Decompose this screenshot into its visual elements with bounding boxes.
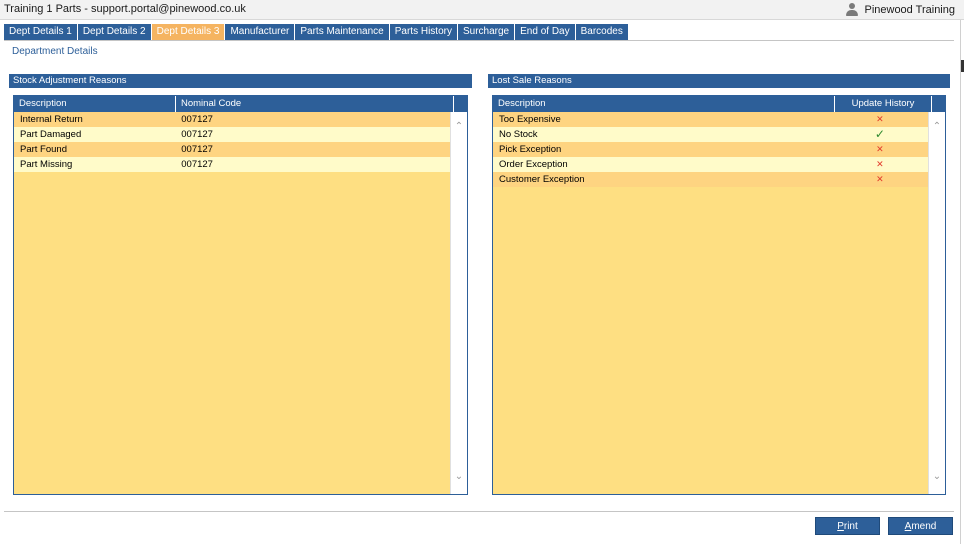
row-description: Pick Exception — [499, 144, 562, 155]
cross-icon: ✕ — [876, 159, 884, 169]
column-header-description[interactable]: Description — [493, 96, 835, 112]
table-row[interactable]: Part Damaged 007127 — [14, 127, 450, 142]
column-header-update-history[interactable]: Update History — [835, 96, 932, 112]
window-edge — [960, 20, 961, 544]
row-nominal-code: 007127 — [181, 159, 213, 170]
print-button[interactable]: Print — [815, 517, 880, 535]
table-row[interactable]: Internal Return 007127 — [14, 112, 450, 127]
scroll-up-icon[interactable]: ⌃ — [454, 122, 464, 132]
row-description: No Stock — [499, 129, 538, 140]
tab-bar: Dept Details 1 Dept Details 2 Dept Details… — [4, 24, 629, 40]
row-description: Order Exception — [499, 159, 568, 170]
amend-button[interactable]: Amend — [888, 517, 953, 535]
stock-adjustment-grid: Description Nominal Code Internal Return… — [13, 95, 468, 495]
table-row[interactable]: Too Expensive ✕ — [493, 112, 928, 127]
tab-parts-maintenance[interactable]: Parts Maintenance — [295, 24, 389, 40]
tab-end-of-day[interactable]: End of Day — [515, 24, 575, 40]
table-row[interactable]: Part Found 007127 — [14, 142, 450, 157]
stock-adjustment-header: Stock Adjustment Reasons — [9, 74, 472, 88]
scroll-up-icon[interactable]: ⌃ — [932, 122, 942, 132]
tab-dept-details-1[interactable]: Dept Details 1 — [4, 24, 77, 40]
lost-sale-header: Lost Sale Reasons — [488, 74, 950, 88]
footer-divider — [4, 511, 954, 512]
tab-barcodes[interactable]: Barcodes — [575, 24, 628, 40]
row-description: Part Damaged — [20, 129, 82, 140]
page-title: Department Details — [12, 46, 98, 57]
lost-sale-scrollbar[interactable]: ⌃ ⌄ — [928, 112, 945, 494]
amend-button-label: mend — [911, 521, 937, 532]
table-row[interactable]: No Stock ✓ — [493, 127, 928, 142]
print-button-label: rint — [843, 521, 858, 532]
cross-icon: ✕ — [876, 144, 884, 154]
cross-icon: ✕ — [876, 174, 884, 184]
table-row[interactable]: Part Missing 007127 — [14, 157, 450, 172]
tab-dept-details-3[interactable]: Dept Details 3 — [151, 24, 225, 40]
window-title: Training 1 Parts - support.portal@pinewo… — [4, 3, 246, 15]
tab-surcharge[interactable]: Surcharge — [457, 24, 515, 40]
cross-icon: ✕ — [876, 114, 884, 124]
title-bar: Training 1 Parts - support.portal@pinewo… — [0, 0, 964, 20]
tab-divider — [4, 40, 954, 41]
row-description: Part Found — [20, 144, 67, 155]
table-row[interactable]: Customer Exception ✕ — [493, 172, 928, 187]
scroll-down-icon[interactable]: ⌄ — [932, 472, 942, 482]
check-icon: ✓ — [874, 127, 885, 141]
user-name: Pinewood Training — [864, 3, 955, 16]
row-nominal-code: 007127 — [181, 129, 213, 140]
lost-sale-grid: Description Update History Too Expensive… — [492, 95, 946, 495]
table-row[interactable]: Order Exception ✕ — [493, 157, 928, 172]
column-header-nominal-code[interactable]: Nominal Code — [176, 96, 454, 112]
stock-adjustment-rows: Internal Return 007127 Part Damaged 007127 P… — [14, 112, 450, 494]
table-row[interactable]: Pick Exception ✕ — [493, 142, 928, 157]
tab-dept-details-2[interactable]: Dept Details 2 — [77, 24, 151, 40]
row-description: Too Expensive — [499, 114, 561, 125]
stock-adjustment-scrollbar[interactable]: ⌃ ⌄ — [450, 112, 467, 494]
user-icon — [846, 3, 859, 16]
scroll-down-icon[interactable]: ⌄ — [454, 472, 464, 482]
print-button-mnemonic: P — [837, 521, 844, 532]
stock-adjustment-grid-header: Description Nominal Code — [14, 96, 467, 112]
tab-parts-history[interactable]: Parts History — [389, 24, 457, 40]
user-info[interactable]: Pinewood Training — [846, 3, 955, 16]
column-header-description[interactable]: Description — [14, 96, 176, 112]
row-nominal-code: 007127 — [181, 114, 213, 125]
row-description: Customer Exception — [499, 174, 585, 185]
tab-manufacturer[interactable]: Manufacturer — [225, 24, 295, 40]
row-nominal-code: 007127 — [181, 144, 213, 155]
row-description: Part Missing — [20, 159, 73, 170]
lost-sale-grid-header: Description Update History — [493, 96, 945, 112]
lost-sale-rows: Too Expensive ✕ No Stock ✓ Pick Exception ✕ Or… — [493, 112, 928, 494]
row-description: Internal Return — [20, 114, 83, 125]
